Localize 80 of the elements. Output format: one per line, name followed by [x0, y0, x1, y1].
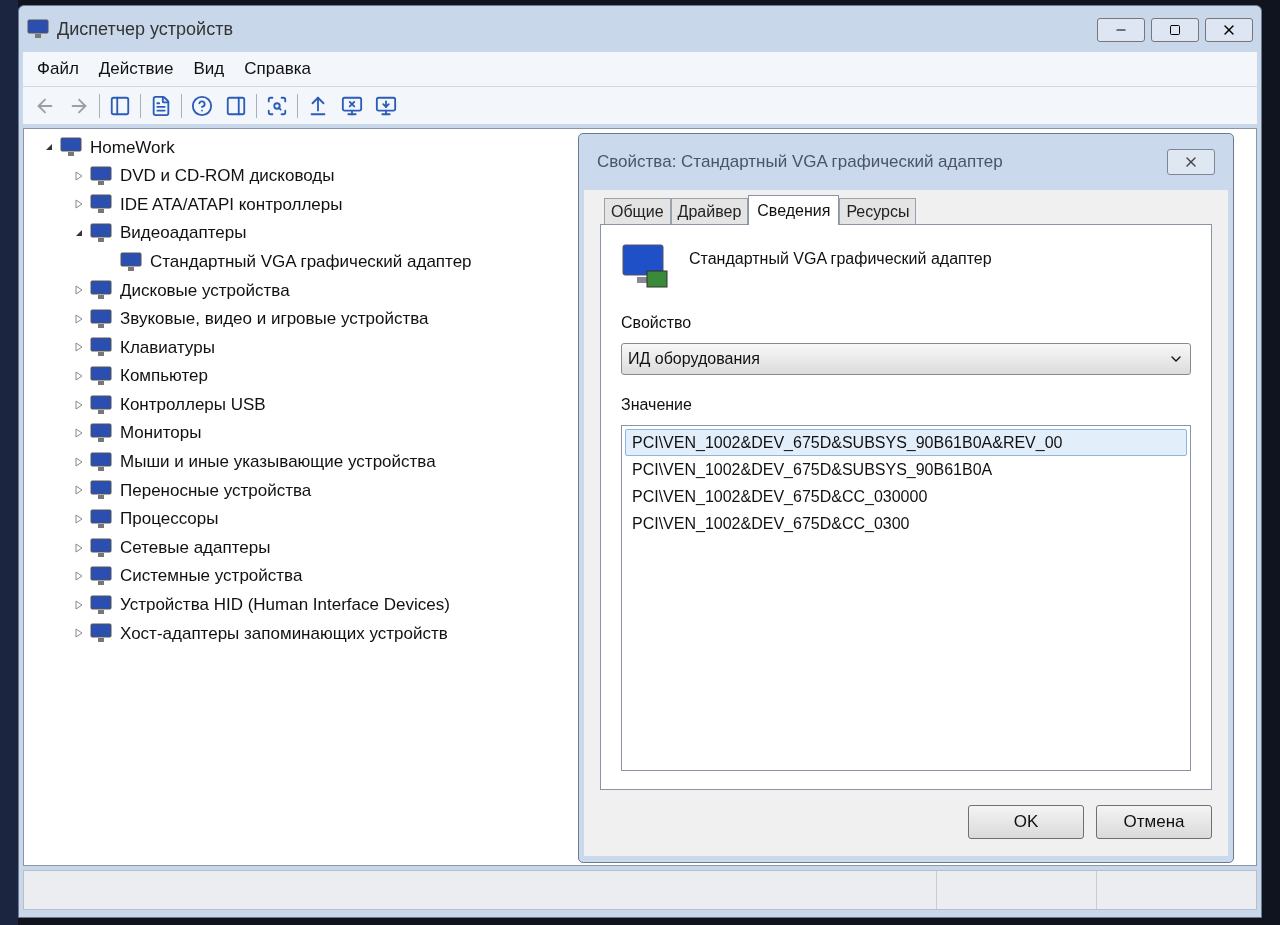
expand-arrow[interactable] — [74, 285, 84, 296]
tree-item[interactable]: Устройства HID (Human Interface Devices) — [120, 592, 450, 618]
device-icon — [90, 394, 112, 415]
expand-arrow[interactable] — [74, 456, 84, 467]
tree-item[interactable]: Мониторы — [120, 420, 202, 446]
device-icon — [27, 19, 49, 39]
maximize-icon — [1169, 24, 1181, 36]
list-item[interactable]: PCI\VEN_1002&DEV_675D&CC_0300 — [625, 510, 1187, 537]
expand-arrow[interactable] — [74, 571, 84, 582]
device-icon — [90, 165, 112, 186]
expand-arrow[interactable] — [74, 485, 84, 496]
device-icon — [90, 451, 112, 472]
expand-arrow[interactable] — [74, 342, 84, 353]
tab[interactable]: Драйвер — [670, 198, 749, 224]
device-icon — [90, 366, 112, 387]
tree-item[interactable]: Сетевые адаптеры — [120, 534, 271, 561]
menu-item[interactable]: Действие — [90, 56, 182, 82]
menu-item[interactable]: Справка — [236, 56, 319, 82]
device-icon — [90, 480, 112, 501]
close-button[interactable] — [1205, 18, 1253, 42]
expand-arrow[interactable] — [74, 628, 84, 639]
menu-item[interactable]: Вид — [185, 56, 233, 82]
device-icon — [90, 566, 112, 587]
close-button[interactable] — [1167, 149, 1215, 175]
tree-item[interactable]: Клавиатуры — [120, 334, 215, 361]
tab[interactable]: Ресурсы — [839, 198, 917, 224]
expand-arrow[interactable] — [74, 313, 84, 324]
property-dropdown[interactable]: ИД оборудования — [621, 343, 1191, 375]
device-icon — [90, 223, 112, 244]
ok-button[interactable]: OK — [968, 805, 1084, 839]
property-label: Свойство — [621, 313, 693, 333]
expand-arrow[interactable] — [74, 371, 84, 382]
monitor-icon — [621, 241, 669, 291]
tree-item[interactable]: Процессоры — [120, 506, 219, 532]
cancel-button[interactable]: Отмена — [1096, 805, 1212, 839]
tree-item[interactable]: DVD и CD-ROM дисководы — [120, 163, 335, 189]
collapse-arrow[interactable] — [44, 142, 54, 153]
tree-item[interactable]: HomeWork — [90, 134, 175, 161]
device-icon — [90, 423, 112, 444]
device-icon — [90, 623, 112, 644]
device-icon — [60, 137, 82, 158]
device-icon — [90, 509, 112, 529]
menu-item[interactable]: Файл — [29, 56, 87, 82]
device-icon — [90, 308, 112, 329]
tree-item[interactable]: Компьютер — [120, 363, 208, 389]
collapse-arrow[interactable] — [74, 228, 84, 239]
minimize-button[interactable] — [1097, 18, 1145, 42]
value-label: Значение — [621, 395, 693, 415]
expand-arrow[interactable] — [74, 542, 84, 553]
expand-arrow[interactable] — [74, 199, 84, 210]
tree-item[interactable]: Хост-адаптеры запоминающих устройств — [120, 620, 448, 647]
device-icon — [90, 280, 112, 301]
device-icon — [90, 594, 112, 615]
maximize-button[interactable] — [1151, 18, 1199, 42]
expand-arrow[interactable] — [74, 428, 84, 439]
device-icon — [90, 337, 112, 358]
device-name: Стандартный VGA графический адаптер — [689, 249, 992, 269]
list-item[interactable]: PCI\VEN_1002&DEV_675D&CC_030000 — [625, 483, 1187, 510]
list-item[interactable]: PCI\VEN_1002&DEV_675D&SUBSYS_90B61B0A&REV_00 — [625, 429, 1187, 456]
tree-item[interactable]: Контроллеры USB — [120, 391, 266, 418]
dialog-title: Свойства: Стандартный VGA графический адаптер — [597, 151, 1003, 174]
tree-item[interactable]: Дисковые устройства — [120, 277, 290, 303]
tree-item[interactable]: Стандартный VGA графический адаптер — [150, 248, 472, 275]
expand-arrow[interactable] — [74, 399, 84, 410]
device-icon — [90, 537, 112, 558]
tab[interactable]: Сведения — [748, 195, 840, 225]
expand-arrow[interactable] — [74, 599, 84, 610]
window-title: Диспетчер устройств — [57, 17, 233, 41]
device-icon — [120, 251, 142, 272]
tree-item[interactable]: Переносные устройства — [120, 477, 312, 504]
expand-arrow[interactable] — [74, 514, 84, 524]
device-icon — [90, 194, 112, 215]
tab[interactable]: Общие — [604, 198, 671, 224]
list-item[interactable]: PCI\VEN_1002&DEV_675D&SUBSYS_90B61B0A — [625, 456, 1187, 483]
tree-item[interactable]: Системные устройства — [120, 563, 303, 589]
expand-arrow[interactable] — [74, 170, 84, 181]
tree-item[interactable]: Звуковые, видео и игровые устройства — [120, 306, 429, 332]
tree-item[interactable]: Видеоадаптеры — [120, 220, 247, 246]
tree-item[interactable]: Мыши и иные указывающие устройства — [120, 449, 436, 475]
tree-item[interactable]: IDE ATA/ATAPI контроллеры — [120, 191, 343, 218]
